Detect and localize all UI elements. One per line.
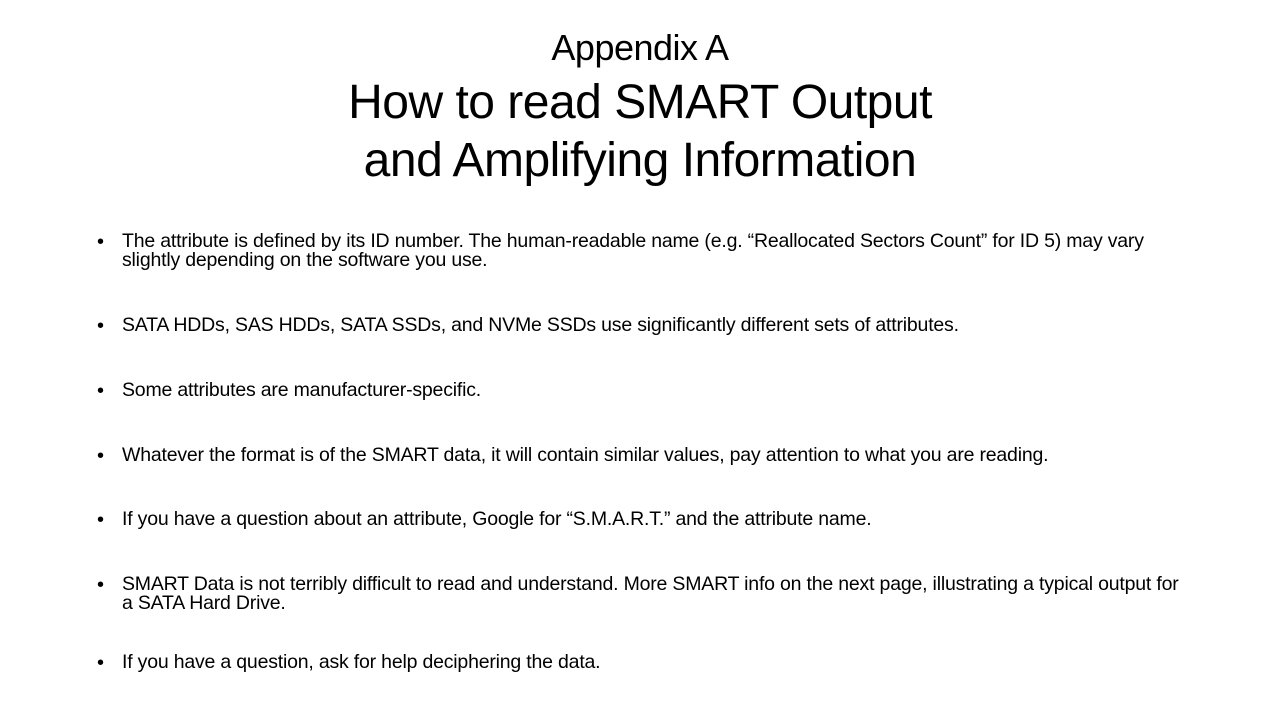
bullet-text: Some attributes are manufacturer-specifi… <box>122 379 482 401</box>
bullet-item: • SMART Data is not terribly difficult t… <box>97 573 1187 614</box>
bullet-marker: • <box>97 652 105 674</box>
bullet-text: The attribute is defined by its ID numbe… <box>122 230 1144 271</box>
appendix-label: Appendix A <box>551 27 729 68</box>
bullet-marker: • <box>97 445 105 467</box>
bullet-item: • SATA HDDs, SAS HDDs, SATA SSDs, and NV… <box>97 314 1187 337</box>
bullet-marker: • <box>97 574 105 596</box>
bullet-text: SMART Data is not terribly difficult to … <box>122 573 1179 614</box>
bullet-item: • If you have a question, ask for help d… <box>97 651 1187 674</box>
bullet-marker: • <box>97 509 105 531</box>
slide: Appendix A How to read SMART Output and … <box>0 0 1280 720</box>
bullet-text: Whatever the format is of the SMART data… <box>122 444 1049 466</box>
page-title-line-2: and Amplifying Information <box>363 134 917 187</box>
bullet-marker: • <box>97 315 105 337</box>
bullet-marker: • <box>97 231 105 253</box>
bullet-item: • Whatever the format is of the SMART da… <box>97 444 1187 467</box>
bullet-item: • Some attributes are manufacturer-speci… <box>97 379 1187 402</box>
bullet-item: • If you have a question about an attrib… <box>97 508 1187 531</box>
bullet-text: If you have a question, ask for help dec… <box>122 651 601 673</box>
title-block: Appendix A How to read SMART Output and … <box>0 28 1280 190</box>
bullet-marker: • <box>97 380 105 402</box>
bullet-text: If you have a question about an attribut… <box>122 508 872 530</box>
bullet-item: • The attribute is defined by its ID num… <box>97 230 1187 271</box>
page-title-line-1: How to read SMART Output <box>348 76 932 129</box>
page-title: How to read SMART Output and Amplifying … <box>0 74 1280 190</box>
bullet-text: SATA HDDs, SAS HDDs, SATA SSDs, and NVMe… <box>122 314 959 336</box>
